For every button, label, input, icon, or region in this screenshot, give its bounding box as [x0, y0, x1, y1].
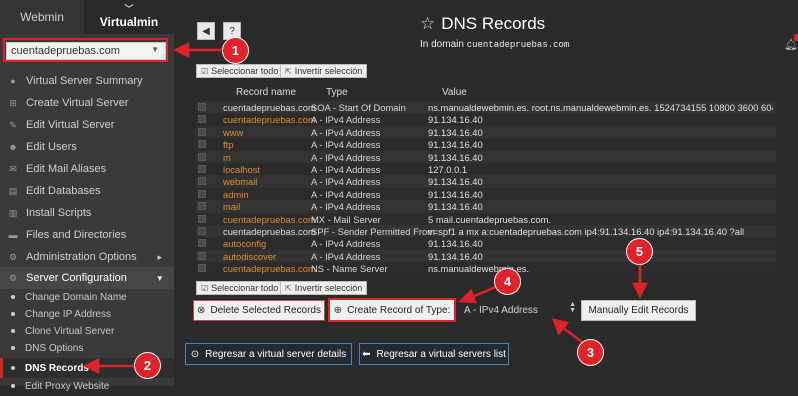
annotation-4: 4	[494, 268, 521, 295]
annotation-3: 3	[577, 339, 604, 366]
annotation-5: 5	[626, 238, 653, 265]
annotation-1: 1	[222, 37, 249, 64]
annotation-arrows	[83, 41, 649, 375]
annotation-2: 2	[134, 352, 161, 379]
